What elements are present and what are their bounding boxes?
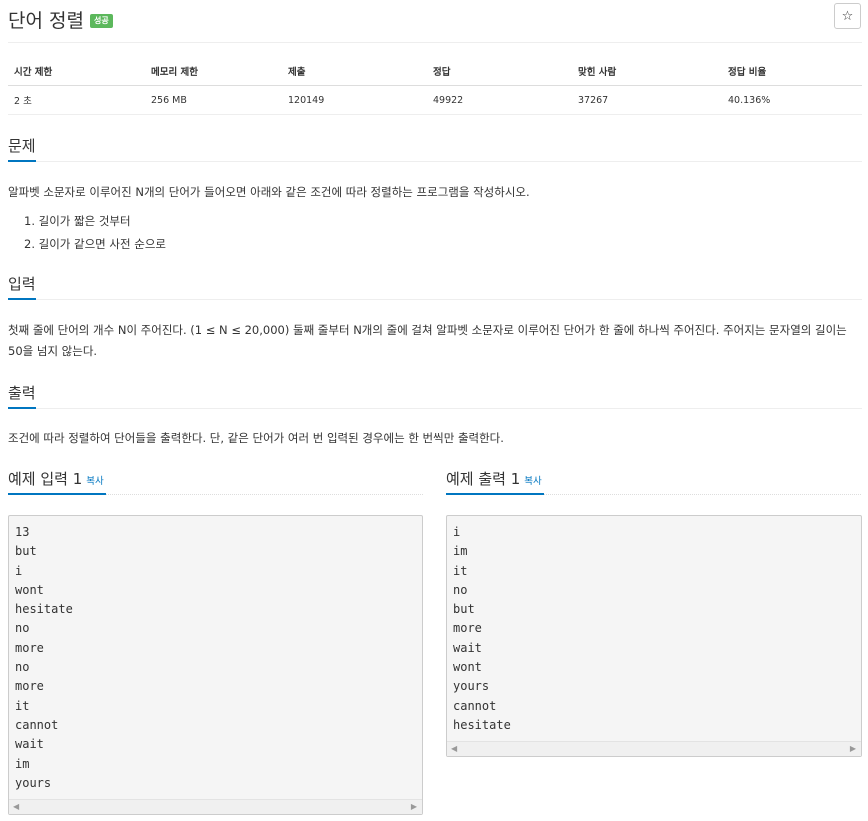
description-section-header: 문제	[8, 136, 862, 162]
header-memory-limit: 메모리 제한	[145, 58, 282, 86]
code-line: wont	[15, 582, 44, 597]
code-line: yours	[15, 775, 52, 790]
code-line: cannot	[15, 717, 59, 732]
scroll-left-icon[interactable]: ◀	[13, 802, 19, 811]
scroll-right-icon[interactable]: ▶	[411, 802, 417, 811]
header-solved-users: 맞힌 사람	[572, 58, 722, 86]
input-section-header: 입력	[8, 274, 862, 300]
header-submissions: 제출	[282, 58, 427, 86]
code-line: more	[15, 679, 44, 694]
input-text: 첫째 줄에 단어의 개수 N이 주어진다. (1 ≤ N ≤ 20,000) 둘…	[8, 323, 847, 358]
sample-output-box[interactable]: i im it no but more wait wont yours cannot hesitat…	[446, 515, 862, 757]
output-section-header: 출력	[8, 383, 862, 409]
sample-input-box[interactable]: 13 but i wont hesitate no more no more it cannot wa…	[8, 515, 423, 815]
code-line: 13	[15, 525, 30, 539]
output-heading: 출력	[8, 383, 36, 409]
sample-input-heading: 예제 입력 1	[8, 470, 83, 488]
sample-input-heading-wrap: 예제 입력 1 복사	[8, 469, 106, 495]
list-item: 1. 길이가 짧은 것부터	[24, 214, 131, 228]
list-item: 2. 길이가 같으면 사전 순으로	[24, 237, 166, 251]
sample-output-heading: 예제 출력 1	[446, 470, 521, 488]
code-line: more	[15, 640, 44, 655]
sample-input-header: 예제 입력 1 복사	[8, 469, 423, 495]
time-limit-value: 2 초	[8, 85, 145, 115]
scroll-right-icon[interactable]: ▶	[850, 744, 856, 753]
description-heading: 문제	[8, 136, 36, 162]
accepted-value: 49922	[427, 85, 572, 115]
scroll-left-icon[interactable]: ◀	[451, 744, 457, 753]
code-line: no	[15, 660, 30, 675]
input-heading: 입력	[8, 274, 36, 300]
code-line: hesitate	[15, 602, 73, 617]
code-line: wont	[453, 660, 482, 675]
header-time-limit: 시간 제한	[8, 58, 145, 86]
star-button[interactable]: ☆	[834, 3, 861, 29]
page-title: 단어 정렬	[8, 9, 84, 32]
copy-sample-output-link[interactable]: 복사	[524, 476, 541, 487]
code-line: i	[15, 563, 23, 578]
sample-output-heading-wrap: 예제 출력 1 복사	[446, 469, 544, 495]
code-line: it	[15, 698, 30, 713]
table-header-row: 시간 제한 메모리 제한 제출 정답 맞힌 사람 정답 비율	[8, 58, 862, 86]
code-line: no	[453, 582, 468, 597]
sample-input-scrollbar[interactable]: ◀ ▶	[9, 799, 422, 814]
description-text: 알파벳 소문자로 이루어진 N개의 단어가 들어오면 아래와 같은 조건에 따라…	[8, 185, 530, 199]
code-line: yours	[453, 679, 490, 694]
header-accepted: 정답	[427, 58, 572, 86]
header-accept-ratio: 정답 비율	[722, 58, 862, 86]
code-line: im	[15, 756, 30, 771]
code-line: but	[453, 602, 475, 617]
status-badge: 성공	[89, 14, 113, 28]
code-line: im	[453, 544, 468, 559]
copy-sample-input-link[interactable]: 복사	[86, 476, 103, 487]
code-line: it	[453, 563, 468, 578]
code-line: wait	[453, 640, 482, 655]
title-divider	[8, 42, 862, 43]
table-row: 2 초 256 MB 120149 49922 37267 40.136%	[8, 85, 862, 115]
problem-stats-table: 시간 제한 메모리 제한 제출 정답 맞힌 사람 정답 비율 2 초 256 M…	[8, 58, 862, 115]
code-line: hesitate	[453, 717, 511, 732]
output-text: 조건에 따라 정렬하여 단어들을 출력한다. 단, 같은 단어가 여러 번 입력…	[8, 431, 504, 445]
solved-users-value: 37267	[572, 85, 722, 115]
submissions-value: 120149	[282, 85, 427, 115]
problem-title-row: 단어 정렬 성공	[8, 4, 113, 34]
code-line: wait	[15, 737, 44, 752]
sample-output-scrollbar[interactable]: ◀ ▶	[447, 741, 861, 756]
condition-list: 1. 길이가 짧은 것부터 2. 길이가 같으면 사전 순으로	[24, 210, 166, 256]
code-line: cannot	[453, 698, 497, 713]
sample-input-lines: 13 but i wont hesitate no more no more it cannot wa…	[9, 516, 422, 793]
code-line: more	[453, 621, 482, 636]
code-line: i	[453, 525, 461, 539]
sample-output-lines: i im it no but more wait wont yours cannot hesitat…	[447, 516, 861, 735]
star-icon: ☆	[841, 8, 854, 24]
memory-limit-value: 256 MB	[145, 85, 282, 115]
accept-ratio-value: 40.136%	[722, 85, 862, 115]
sample-output-header: 예제 출력 1 복사	[446, 469, 861, 495]
code-line: but	[15, 544, 37, 559]
code-line: no	[15, 621, 30, 636]
